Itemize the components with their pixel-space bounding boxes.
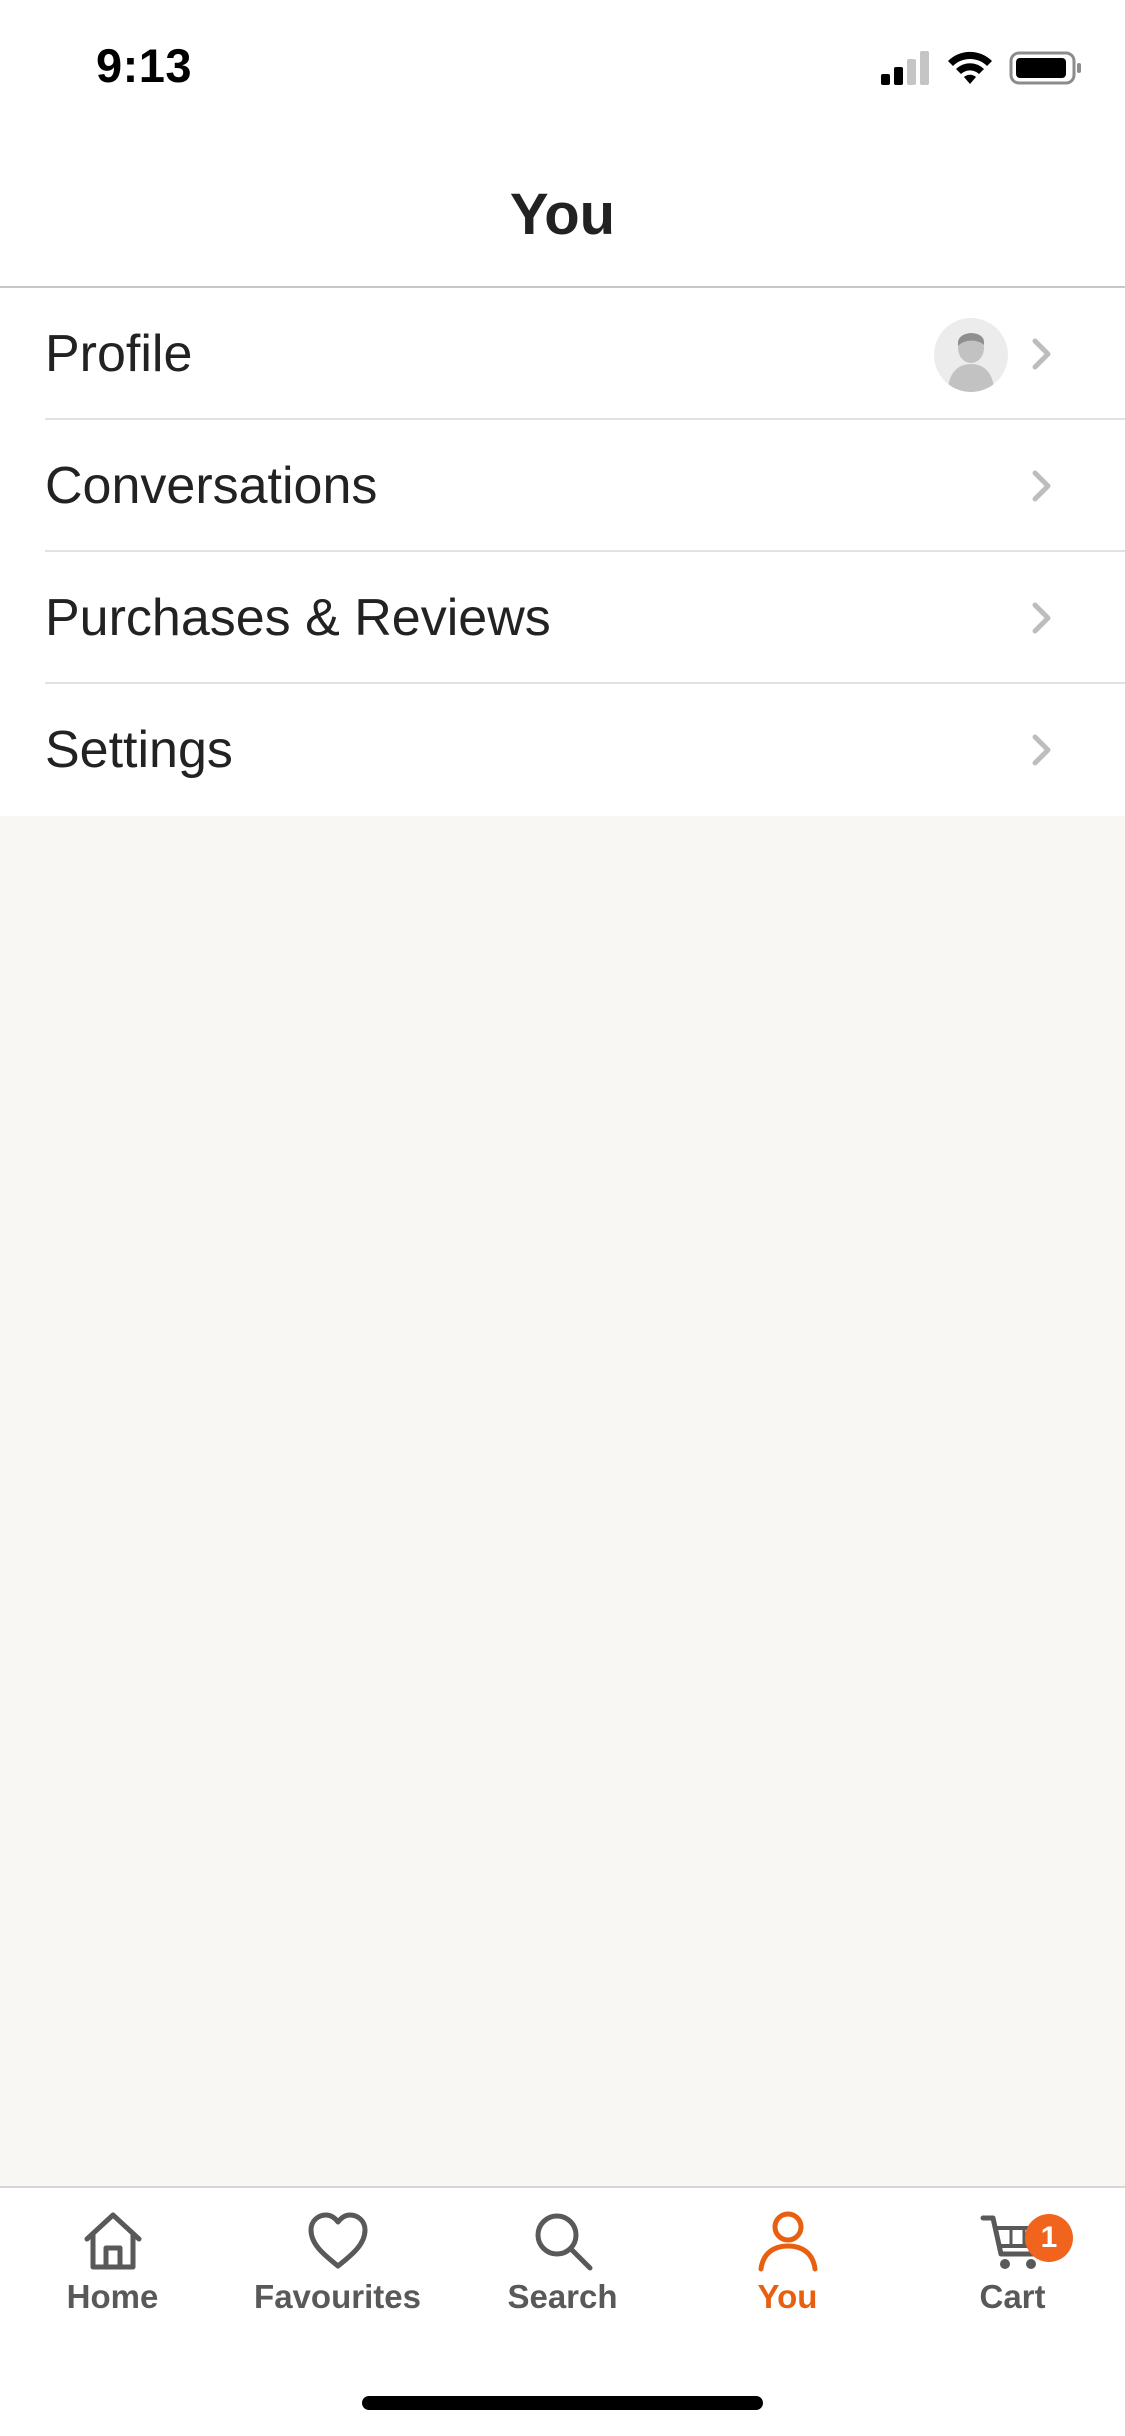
chevron-right-icon xyxy=(1032,470,1051,502)
chevron-right-icon xyxy=(1032,734,1051,766)
status-time: 9:13 xyxy=(96,39,193,92)
chevron-right-icon xyxy=(1032,602,1051,634)
home-indicator xyxy=(362,2396,763,2410)
menu-item-purchases-reviews[interactable]: Purchases & Reviews xyxy=(0,552,1125,684)
cellular-signal-icon xyxy=(881,51,929,85)
menu-item-conversations[interactable]: Conversations xyxy=(0,420,1125,552)
chevron-right-icon xyxy=(1032,338,1051,370)
tab-favourites[interactable]: Favourites xyxy=(225,2206,450,2336)
default-avatar-icon xyxy=(948,333,994,392)
tab-you[interactable]: You xyxy=(675,2206,900,2336)
menu-item-settings[interactable]: Settings xyxy=(0,684,1125,816)
content-area xyxy=(0,816,1125,2186)
tab-label: Favourites xyxy=(254,2278,421,2315)
tab-label: You xyxy=(757,2278,818,2315)
menu-item-label: Conversations xyxy=(45,457,378,515)
wifi-icon xyxy=(948,51,992,84)
battery-icon xyxy=(1009,51,1081,85)
menu-item-label: Settings xyxy=(45,721,233,779)
heart-icon xyxy=(308,2212,367,2269)
account-menu: Profile Conversations Purchases & Review… xyxy=(0,288,1125,818)
avatar xyxy=(934,318,1008,392)
menu-item-profile[interactable]: Profile xyxy=(0,288,1125,420)
cart-count-badge: 1 xyxy=(1025,2214,1073,2262)
status-bar: 9:13 xyxy=(0,0,1125,135)
search-icon xyxy=(535,2213,592,2271)
page-title: You xyxy=(509,182,616,247)
person-icon xyxy=(758,2211,817,2272)
home-icon xyxy=(84,2212,141,2270)
menu-item-label: Purchases & Reviews xyxy=(45,589,551,647)
tab-cart[interactable]: Cart 1 xyxy=(900,2206,1125,2336)
tab-label: Search xyxy=(507,2278,618,2315)
tab-label: Cart xyxy=(979,2278,1046,2315)
navigation-bar: You xyxy=(0,135,1125,288)
tab-search[interactable]: Search xyxy=(450,2206,675,2336)
tab-home[interactable]: Home xyxy=(0,2206,225,2336)
tab-label: Home xyxy=(66,2278,159,2315)
status-icons xyxy=(879,46,1083,90)
menu-item-label: Profile xyxy=(45,325,193,383)
